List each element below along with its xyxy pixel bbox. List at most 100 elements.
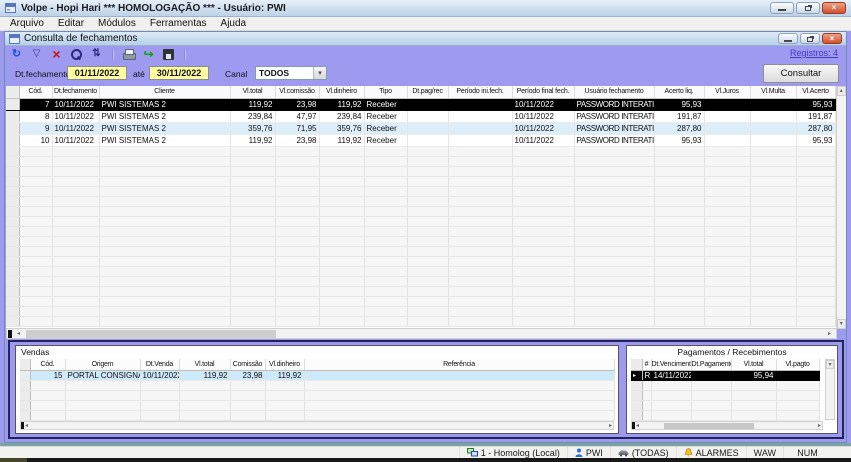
- scroll-left-icon[interactable]: ◂: [25, 422, 28, 429]
- column-header[interactable]: Vl.Juros: [704, 86, 750, 98]
- canal-label: Canal: [225, 69, 247, 79]
- child-window-title: Consulta de fechamentos: [24, 33, 137, 44]
- search-icon[interactable]: [70, 48, 83, 61]
- menu-ajuda[interactable]: Ajuda: [214, 18, 254, 29]
- filter-icon[interactable]: [30, 48, 43, 61]
- table-row[interactable]: ▸ R14/11/2022 95,94: [631, 370, 819, 380]
- column-header[interactable]: Origem: [65, 359, 140, 370]
- vertical-scrollbar[interactable]: ▴ ▾: [836, 86, 847, 328]
- vendas-horizontal-scrollbar[interactable]: ◂ ▸: [20, 421, 614, 430]
- vendas-table: Cód. Origem Dt.Venda Vl.total Comissão V…: [20, 359, 615, 421]
- column-header[interactable]: Comissão: [230, 359, 265, 370]
- chevron-down-icon[interactable]: ▾: [313, 67, 326, 79]
- row-selector-header: [6, 86, 19, 98]
- date-from-input[interactable]: [67, 66, 127, 80]
- column-header[interactable]: Vl.dinheiro: [265, 359, 304, 370]
- column-header[interactable]: Referência: [304, 359, 614, 370]
- scrollbar-mark: [8, 330, 12, 338]
- scroll-right-icon[interactable]: ▸: [824, 329, 835, 338]
- column-header[interactable]: Período final fech.: [512, 86, 574, 98]
- empty-row: [6, 226, 835, 236]
- row-selector[interactable]: [6, 98, 19, 110]
- scroll-down-icon[interactable]: ▾: [837, 319, 847, 329]
- row-selector[interactable]: [20, 370, 30, 380]
- close-button[interactable]: ×: [822, 2, 846, 14]
- export-icon[interactable]: [142, 48, 155, 61]
- menu-modulos[interactable]: Módulos: [91, 18, 143, 29]
- empty-row: [6, 156, 835, 166]
- status-printers: (TODAS): [610, 447, 676, 458]
- row-selector-header: [20, 359, 30, 370]
- column-header[interactable]: Dt.Vencimento: [651, 359, 691, 370]
- menu-editar[interactable]: Editar: [51, 18, 91, 29]
- minimize-button[interactable]: [770, 2, 794, 14]
- column-header[interactable]: Acerto liq.: [654, 86, 704, 98]
- empty-row: [6, 196, 835, 206]
- child-minimize-button[interactable]: [778, 33, 798, 44]
- empty-row: [631, 400, 819, 410]
- save-icon[interactable]: [162, 48, 175, 61]
- scrollbar-thumb[interactable]: [26, 330, 276, 338]
- menu-arquivo[interactable]: Arquivo: [3, 18, 51, 29]
- registros-link[interactable]: Registros: 4: [790, 48, 838, 58]
- delete-icon[interactable]: [50, 48, 63, 61]
- application-window: Volpe - Hopi Hari *** HOMOLOGAÇÃO *** - …: [0, 0, 851, 462]
- column-header[interactable]: Dt.Venda: [140, 359, 179, 370]
- row-selector-header: [631, 359, 642, 370]
- column-header[interactable]: Vl.comissão: [275, 86, 319, 98]
- refresh-icon[interactable]: [10, 48, 23, 61]
- app-icon: [5, 3, 16, 13]
- column-header[interactable]: Dt.pag/rec: [407, 86, 448, 98]
- table-row[interactable]: 910/11/2022PWI SISTEMAS 2 359,7671,95359…: [6, 122, 835, 134]
- scroll-right-icon[interactable]: ▸: [818, 422, 821, 429]
- scroll-down-icon[interactable]: ▾: [826, 360, 834, 369]
- date-from-label: Dt.fechamento: [15, 69, 70, 79]
- column-header[interactable]: Vl.total: [230, 86, 275, 98]
- pagamentos-horizontal-scrollbar[interactable]: ◂ ▸: [631, 421, 823, 430]
- restore-button[interactable]: [796, 2, 820, 14]
- column-header[interactable]: Dt.Pagamento: [691, 359, 731, 370]
- column-header[interactable]: Vl.Acerto: [796, 86, 835, 98]
- row-selector[interactable]: [6, 110, 19, 122]
- child-restore-button[interactable]: [800, 33, 820, 44]
- column-header[interactable]: Cliente: [99, 86, 230, 98]
- pagamentos-title: Pagamentos / Recebimentos: [627, 346, 837, 357]
- row-selector[interactable]: [6, 134, 19, 146]
- table-row[interactable]: 1010/11/2022PWI SISTEMAS 2 119,9223,9811…: [6, 134, 835, 146]
- column-header[interactable]: Dt.fechamento: [52, 86, 99, 98]
- print-icon[interactable]: [122, 48, 135, 61]
- column-header[interactable]: Vl.total: [179, 359, 230, 370]
- row-selector[interactable]: ▸: [631, 370, 642, 380]
- empty-row: [6, 286, 835, 296]
- table-row[interactable]: 810/11/2022PWI SISTEMAS 2 239,8447,97239…: [6, 110, 835, 122]
- scroll-left-icon[interactable]: ◂: [13, 329, 24, 338]
- column-header[interactable]: Tipo: [364, 86, 407, 98]
- date-to-input[interactable]: [149, 66, 209, 80]
- column-header[interactable]: Vl.Multa: [750, 86, 796, 98]
- child-close-button[interactable]: ×: [822, 33, 842, 44]
- table-row[interactable]: 15PORTAL CONSIGNADO 10/11/2022119,92 23,…: [20, 370, 614, 380]
- menu-ferramentas[interactable]: Ferramentas: [143, 18, 214, 29]
- column-header[interactable]: Período ini.fech.: [448, 86, 512, 98]
- scroll-left-icon[interactable]: ◂: [636, 422, 639, 429]
- column-header[interactable]: Cód.: [30, 359, 65, 370]
- row-selector[interactable]: [6, 122, 19, 134]
- canal-select[interactable]: TODOS ▾: [255, 66, 327, 80]
- column-header[interactable]: #: [642, 359, 651, 370]
- table-row[interactable]: 710/11/2022PWI SISTEMAS 2 119,9223,98119…: [6, 98, 835, 110]
- scrollbar-thumb[interactable]: [664, 423, 754, 429]
- column-header[interactable]: Vl.total: [731, 359, 776, 370]
- menu-bar: Arquivo Editar Módulos Ferramentas Ajuda: [0, 17, 851, 31]
- column-header[interactable]: Vl.pagto: [776, 359, 819, 370]
- horizontal-scrollbar[interactable]: ◂ ▸: [6, 328, 837, 339]
- column-header[interactable]: Vl.dinheiro: [319, 86, 364, 98]
- status-waw: WAW: [746, 447, 783, 458]
- pagamentos-vertical-scrollbar[interactable]: ▴ ▾: [825, 359, 835, 420]
- scroll-right-icon[interactable]: ▸: [609, 422, 612, 429]
- scroll-up-icon[interactable]: ▴: [837, 86, 847, 96]
- sort-icon[interactable]: [90, 48, 103, 61]
- column-header[interactable]: Usuário fechamento: [574, 86, 654, 98]
- toolbar-separator: [112, 49, 113, 60]
- column-header[interactable]: Cód.: [19, 86, 52, 98]
- consultar-button[interactable]: Consultar: [763, 64, 839, 83]
